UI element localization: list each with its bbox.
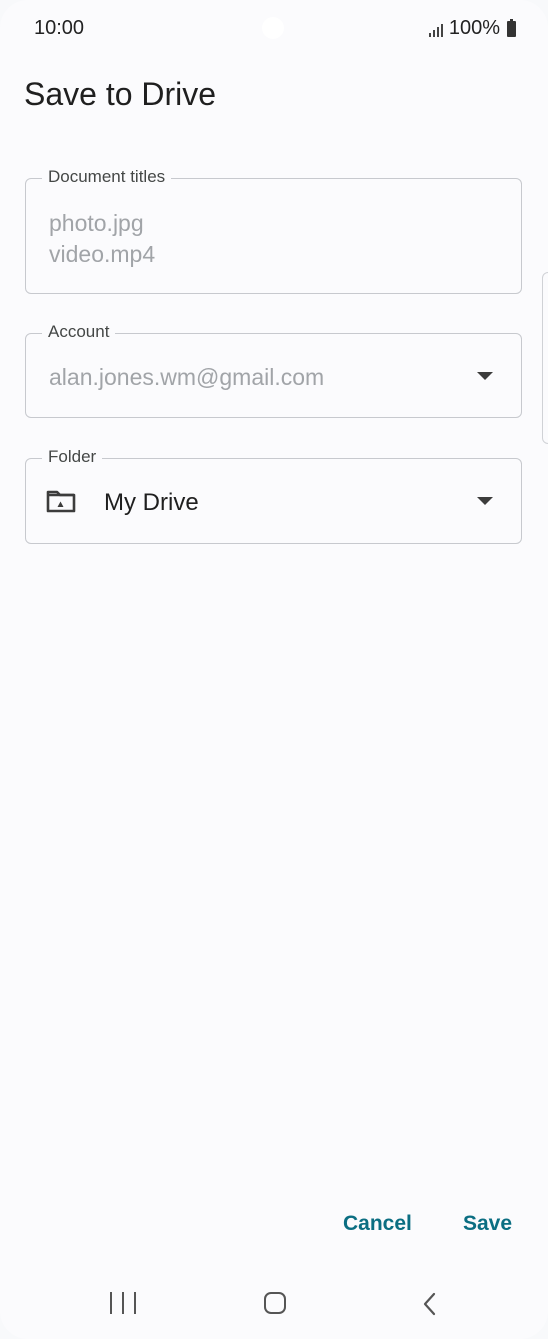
battery-icon	[507, 18, 516, 37]
dropdown-arrow-icon[interactable]	[477, 497, 493, 505]
document-titles-field[interactable]: Document titles photo.jpg video.mp4	[25, 167, 522, 294]
camera-cutout	[262, 17, 284, 39]
document-titles-list: photo.jpg video.mp4	[49, 208, 155, 270]
home-icon[interactable]	[264, 1292, 286, 1314]
drive-folder-icon	[46, 490, 76, 513]
document-title-item: photo.jpg	[49, 210, 144, 236]
page-title: Save to Drive	[24, 76, 217, 112]
account-label: Account	[42, 322, 116, 342]
navigation-bar	[0, 1270, 548, 1339]
battery-percent: 100%	[448, 17, 500, 39]
account-select[interactable]: Account alan.jones.wm@gmail.com	[25, 322, 522, 418]
cancel-button[interactable]: Cancel	[343, 1212, 412, 1236]
screen: 10:00 100% Save to Drive Document titles…	[0, 0, 548, 1339]
folder-label: Folder	[42, 447, 103, 467]
edge-panel-handle[interactable]	[542, 272, 548, 444]
recents-icon[interactable]	[110, 1292, 136, 1316]
status-bar: 10:00 100%	[0, 0, 548, 58]
folder-value: My Drive	[104, 489, 199, 516]
status-indicators: 100%	[428, 17, 516, 40]
account-value: alan.jones.wm@gmail.com	[49, 364, 325, 390]
status-time: 10:00	[34, 17, 85, 39]
dropdown-arrow-icon[interactable]	[477, 372, 493, 380]
save-button[interactable]: Save	[463, 1212, 512, 1236]
back-icon[interactable]	[422, 1292, 438, 1316]
signal-icon	[428, 21, 443, 37]
document-titles-label: Document titles	[42, 167, 172, 187]
document-title-item: video.mp4	[49, 241, 156, 267]
folder-select[interactable]: Folder My Drive	[25, 447, 522, 544]
